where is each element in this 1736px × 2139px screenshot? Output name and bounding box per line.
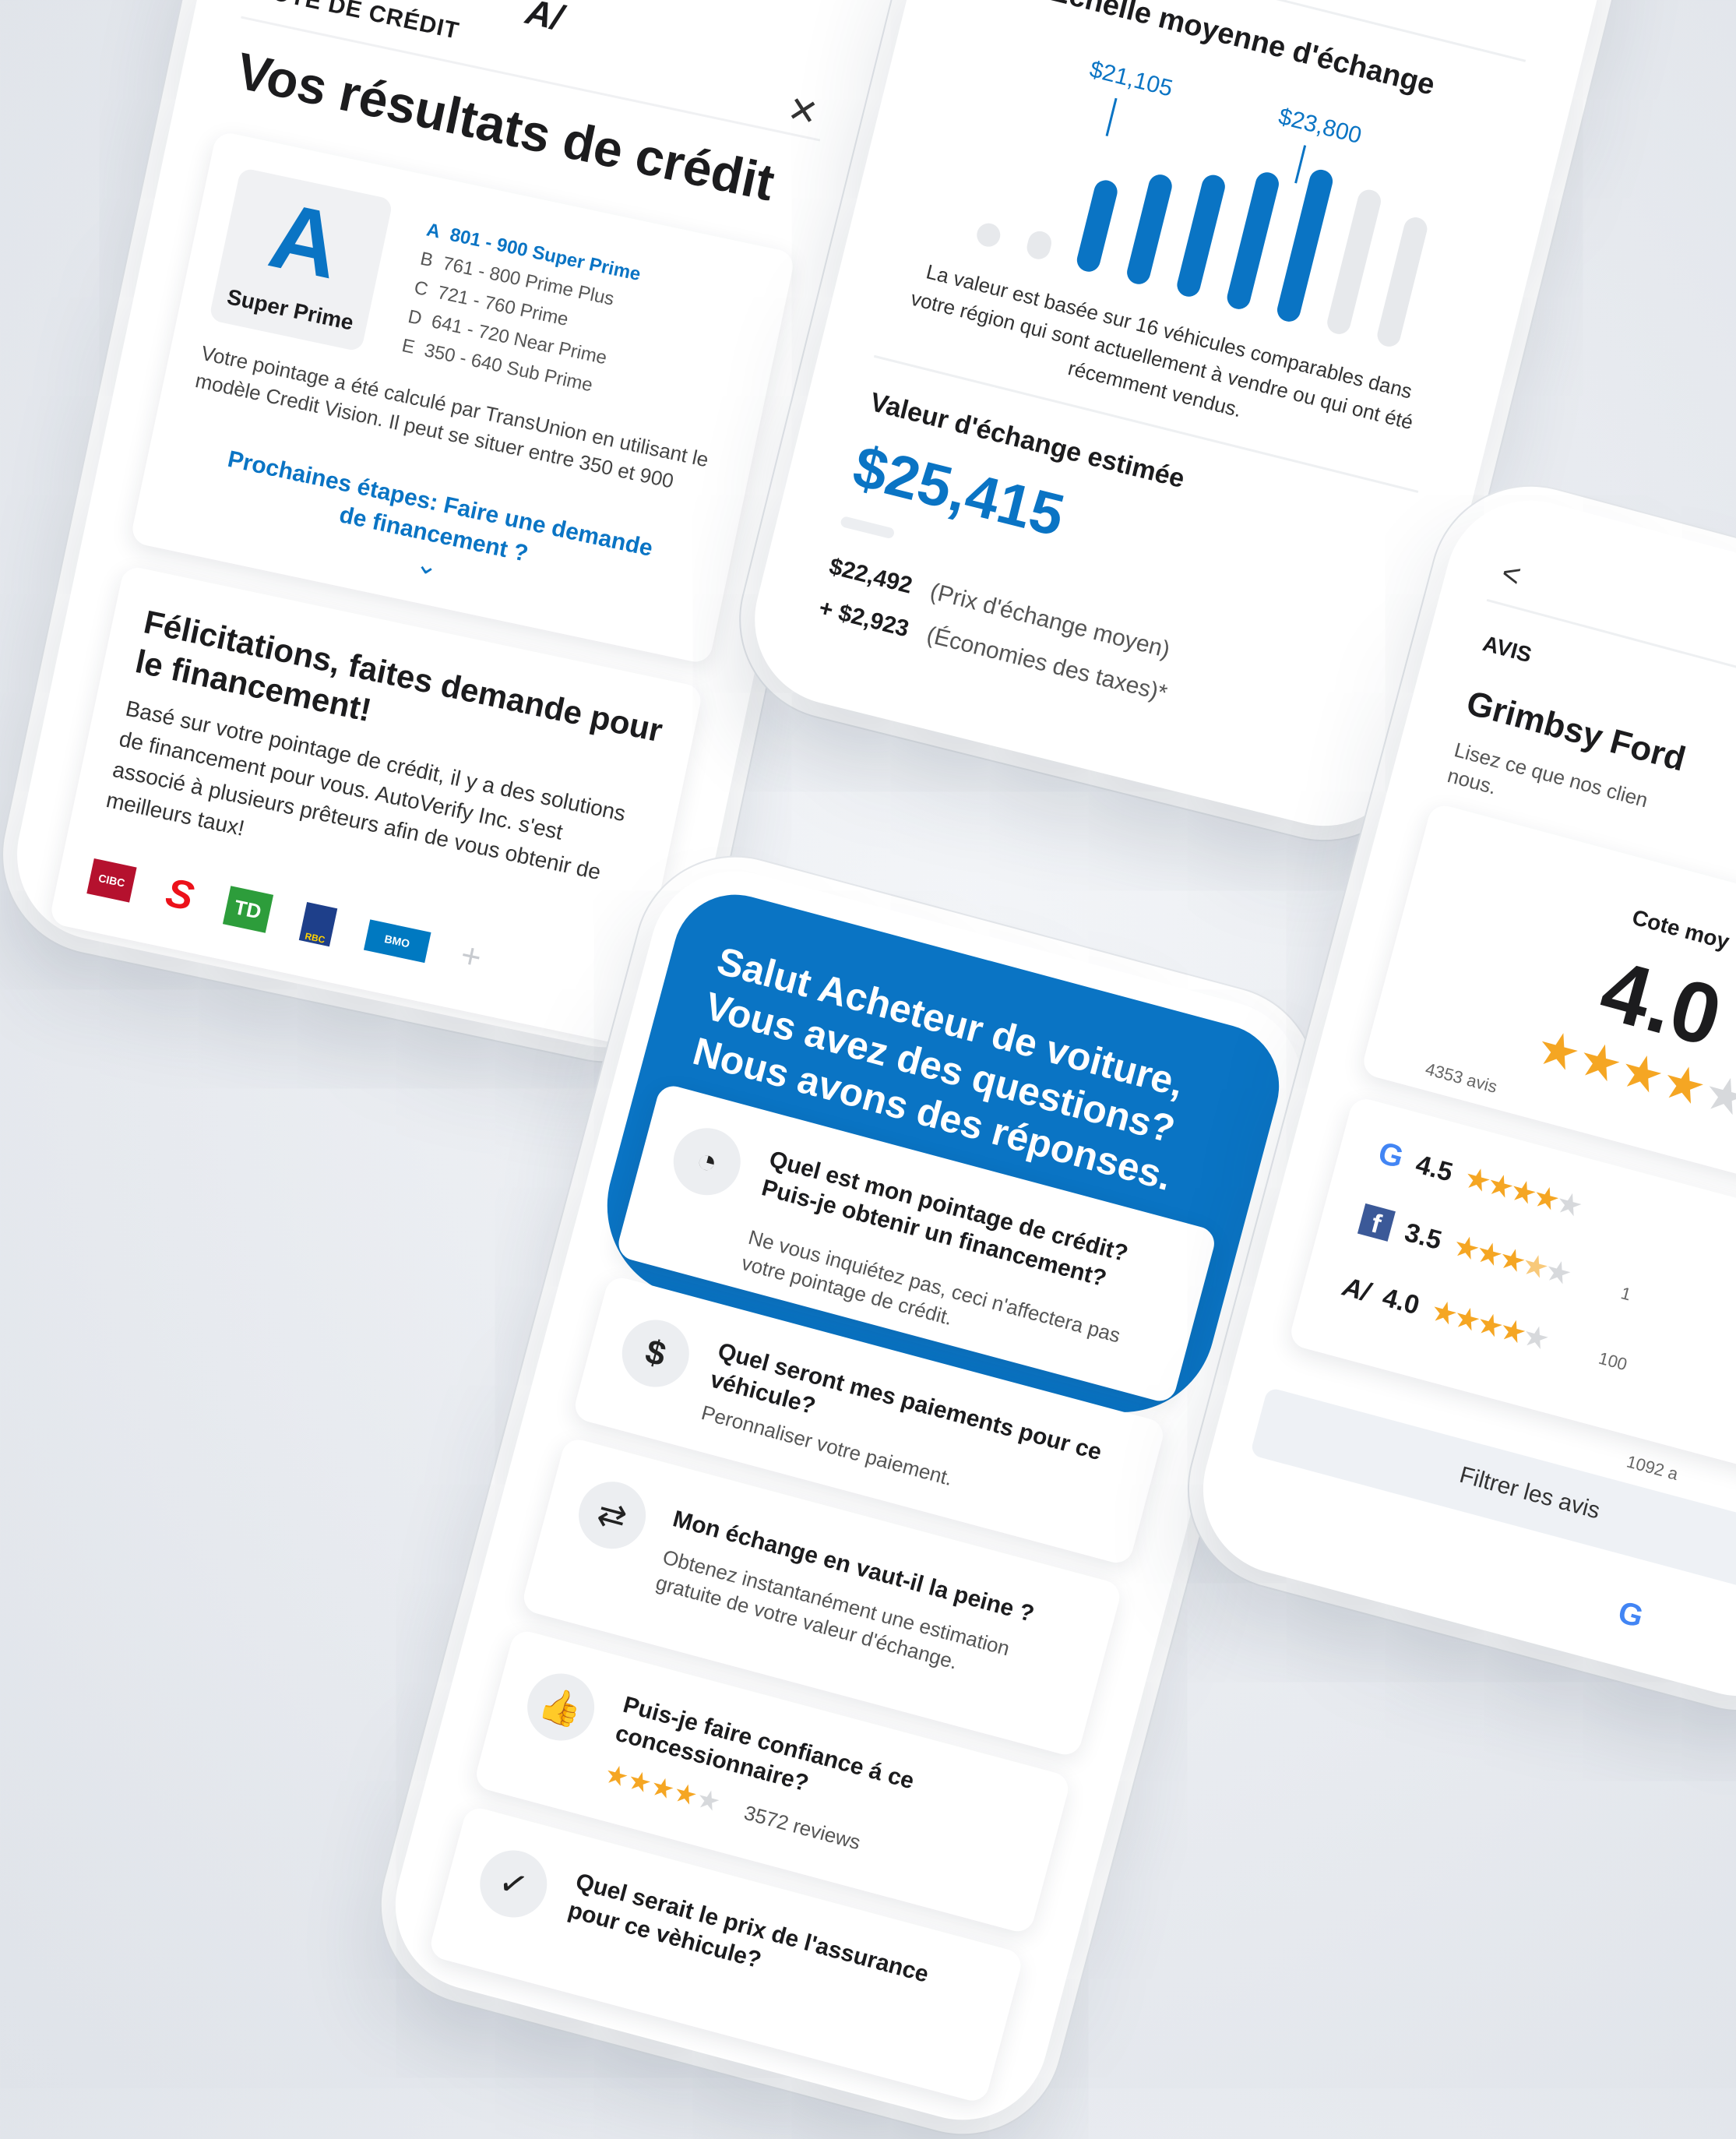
- tax-savings-amount: + $2,923: [816, 594, 912, 643]
- bmo-logo: BMO: [363, 919, 431, 964]
- star-icon: ★★★: [1451, 1231, 1528, 1278]
- td-logo: TD: [222, 886, 273, 933]
- swap-icon: ⇄: [571, 1474, 653, 1556]
- autoverify-icon: A/: [1339, 1271, 1373, 1308]
- source-score: 4.5: [1412, 1149, 1456, 1188]
- google-icon: G: [1615, 1595, 1647, 1635]
- grade-card: A Super Prime A 801 - 900 Super Prime B …: [129, 130, 796, 665]
- trade-range-bar: [1227, 172, 1279, 309]
- source-score: 3.5: [1401, 1218, 1445, 1256]
- dollar-icon: $: [614, 1312, 697, 1395]
- value-indicator: [840, 515, 896, 540]
- thumbs-up-icon: 👍: [519, 1665, 602, 1749]
- trade-range-bar: [1327, 189, 1381, 334]
- rbc-logo: RBC: [298, 901, 337, 947]
- google-icon: G: [1375, 1135, 1407, 1175]
- back-icon[interactable]: <: [1498, 555, 1524, 594]
- cibc-logo: CIBC: [86, 858, 137, 903]
- trade-range-bar: [1076, 180, 1118, 272]
- star-icon: ★★★★: [1462, 1162, 1562, 1217]
- grade-badge: A Super Prime: [208, 167, 394, 352]
- source-score: 4.0: [1379, 1282, 1423, 1321]
- trade-range-bar: [1127, 174, 1172, 284]
- source-row-google: G 4.5 ★★★★★: [1375, 1136, 1586, 1224]
- source-count: 100: [1596, 1348, 1629, 1375]
- last-review-count: 1092 a: [1624, 1451, 1681, 1485]
- high-value-label: $23,800: [1276, 103, 1365, 150]
- star-icon: ★★★★: [1428, 1295, 1529, 1349]
- scotiabank-logo: S: [161, 869, 198, 920]
- low-value-label: $21,105: [1086, 56, 1175, 102]
- close-icon[interactable]: ✕: [784, 87, 822, 135]
- faq-screen: Salut Acheteur de voiture, Vous avez des…: [376, 852, 1322, 2139]
- trade-range-bar: [1377, 217, 1428, 347]
- shield-check-icon: ✓: [472, 1842, 555, 1926]
- more-lenders-icon[interactable]: +: [457, 936, 484, 978]
- facebook-icon: f: [1357, 1203, 1396, 1242]
- total-reviews: 4353 avis: [1423, 1059, 1500, 1097]
- trade-range-bar: [1177, 174, 1225, 297]
- faq-phone: Salut Acheteur de voiture, Vous avez des…: [376, 851, 1322, 2139]
- gauge-icon: ◔: [666, 1120, 748, 1203]
- trade-range-bar: [1276, 169, 1333, 322]
- avg-price-amount: $22,492: [826, 553, 915, 599]
- trade-range-bar: [1026, 231, 1052, 259]
- tier-list: A 801 - 900 Super Prime B 761 - 800 Prim…: [399, 216, 643, 406]
- source-count: 1: [1618, 1283, 1633, 1305]
- section-label: AVIS: [1480, 631, 1534, 668]
- trade-range-bar: [977, 223, 1001, 247]
